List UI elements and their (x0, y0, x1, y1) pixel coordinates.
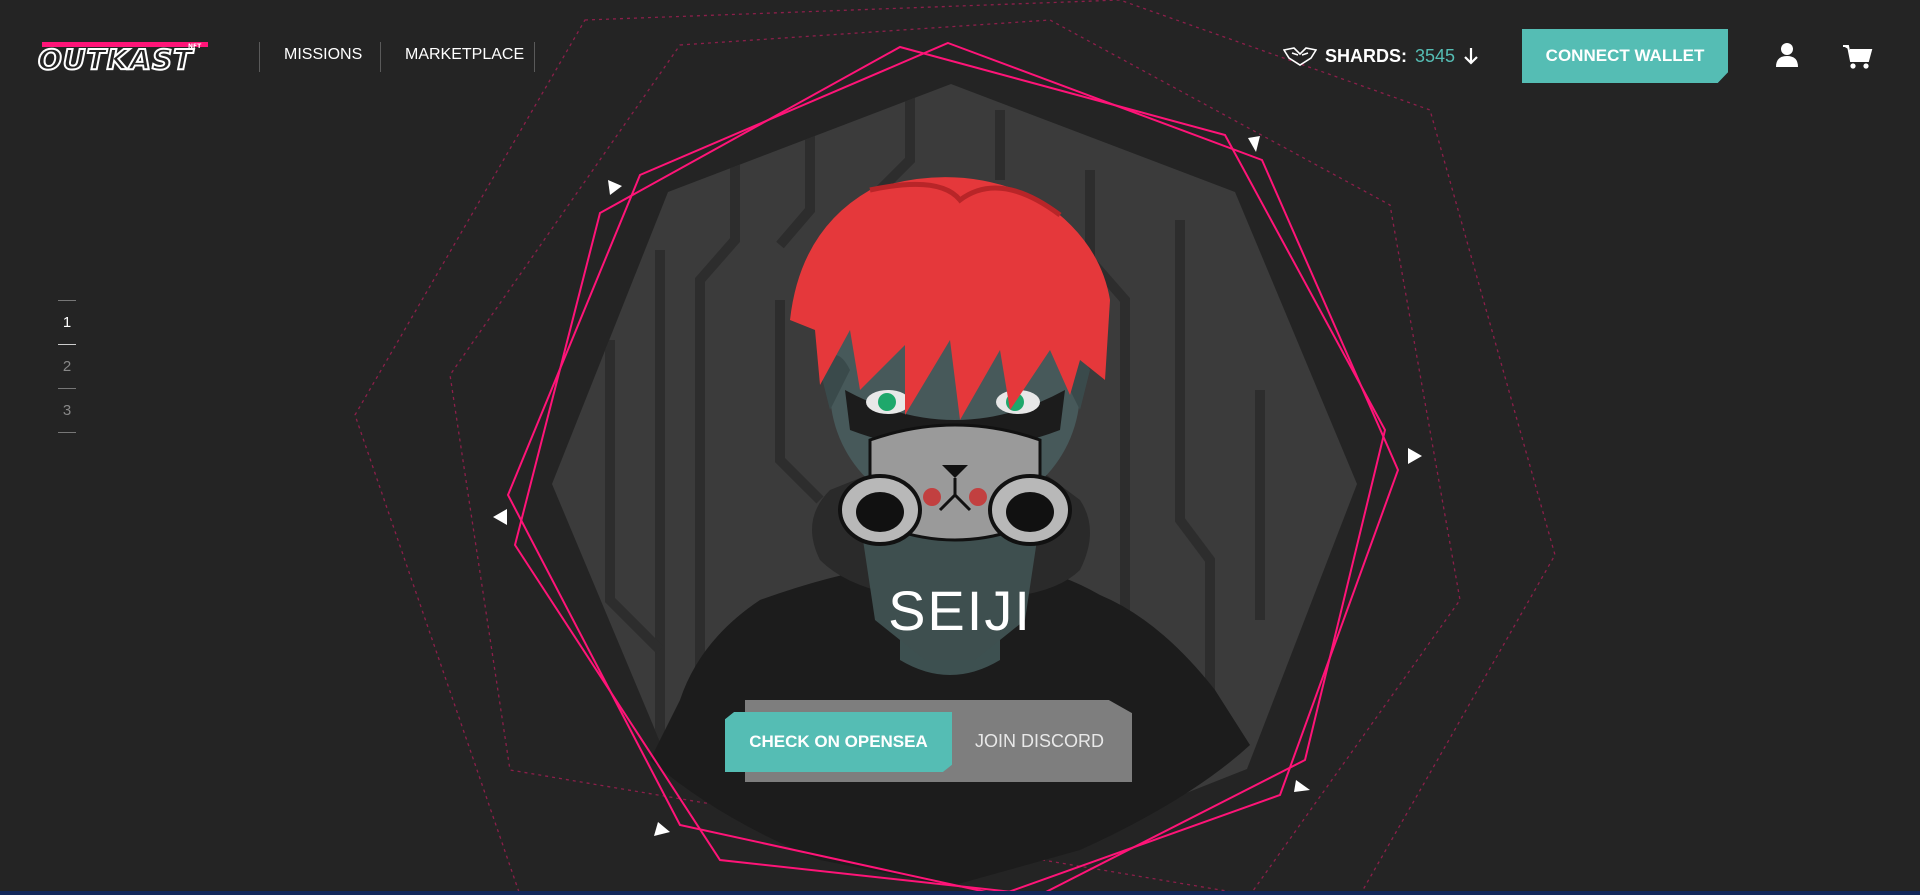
pager-dash (58, 432, 76, 433)
arrow-down-icon[interactable] (1463, 46, 1479, 66)
shards-value: 3545 (1415, 45, 1456, 66)
nav-divider (534, 42, 535, 72)
nav-missions[interactable]: MISSIONS (284, 46, 362, 64)
slide-pager: 1 2 3 (55, 300, 79, 433)
marker-arrow (1294, 780, 1310, 792)
shard-mask-icon (1283, 47, 1317, 66)
connect-wallet-button[interactable]: CONNECT WALLET (1522, 29, 1728, 83)
check-opensea-button[interactable]: CHECK ON OPENSEA (725, 712, 952, 772)
marker-arrow (654, 822, 670, 836)
top-nav: NFT OUTKAST MISSIONS MARKETPLACE SHARDS:… (0, 0, 1920, 112)
hero-cta-group: JOIN DISCORD CHECK ON OPENSEA (725, 700, 1132, 782)
outkast-logo[interactable]: NFT OUTKAST (37, 40, 210, 76)
user-icon[interactable] (1775, 42, 1799, 68)
cart-icon[interactable] (1843, 44, 1873, 70)
shards-balance[interactable]: SHARDS: 3545 (1283, 43, 1479, 69)
shards-label: SHARDS: (1325, 45, 1408, 66)
bottom-accent-line (0, 891, 1920, 895)
logo-text: OUTKAST (37, 43, 194, 76)
nav-marketplace[interactable]: MARKETPLACE (405, 46, 524, 64)
character-name: SEIJI (888, 579, 1032, 642)
marker-arrow (1248, 136, 1260, 152)
nav-divider (380, 42, 381, 72)
marker-arrow (493, 509, 507, 525)
pager-item-3[interactable]: 3 (55, 389, 79, 432)
nav-divider (259, 42, 260, 72)
marker-arrow (1408, 448, 1422, 464)
marker-arrow (608, 180, 622, 195)
pager-item-1[interactable]: 1 (55, 301, 79, 344)
pager-item-2[interactable]: 2 (55, 345, 79, 388)
